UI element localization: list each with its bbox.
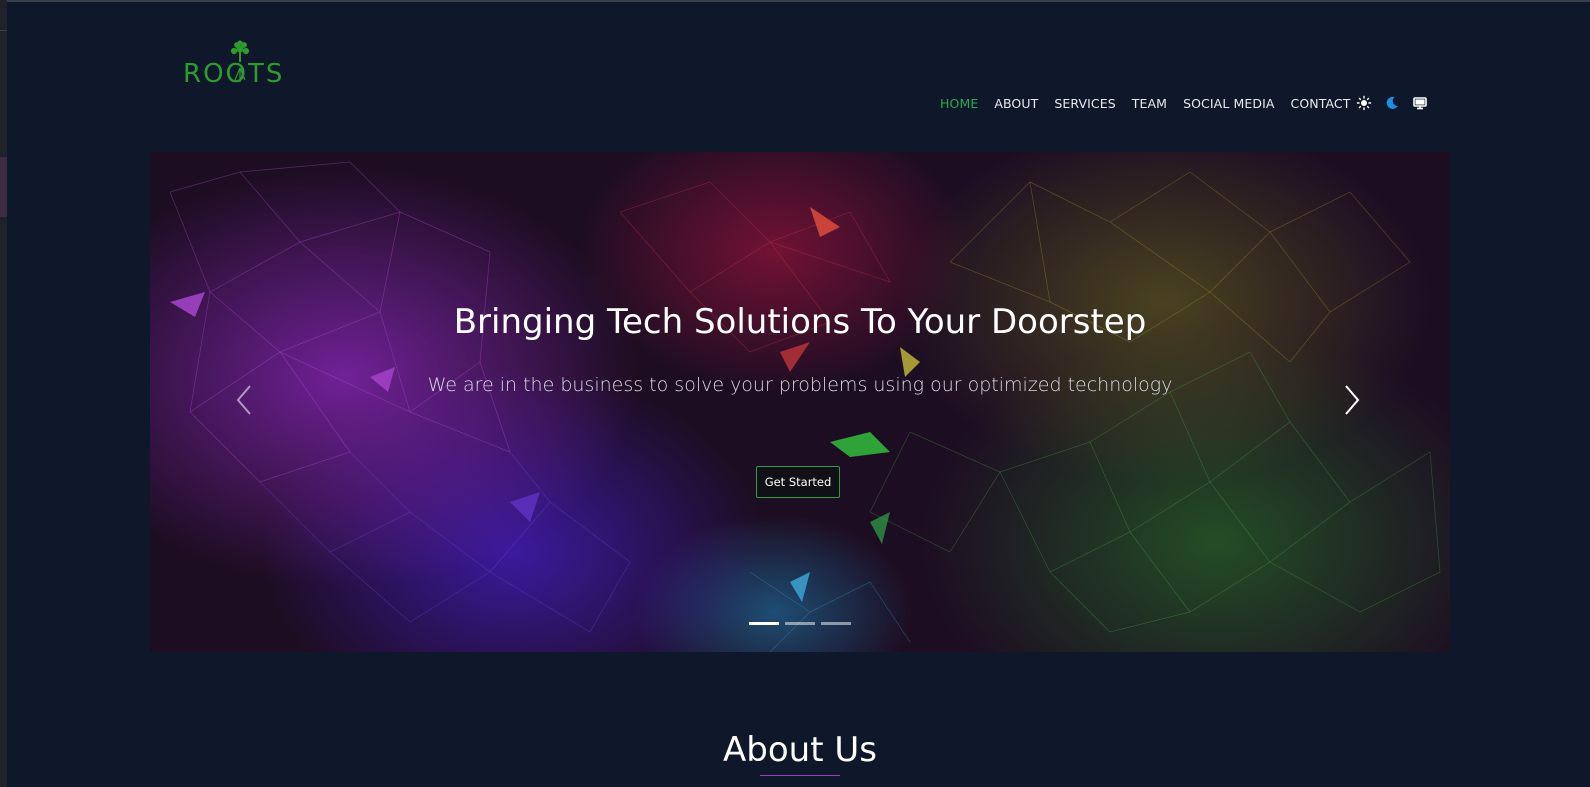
main-nav: HOME ABOUT SERVICES TEAM SOCIAL MEDIA CO… bbox=[940, 96, 1367, 111]
nav-item-contact[interactable]: CONTACT bbox=[1291, 96, 1351, 111]
nav-item-social-media[interactable]: SOCIAL MEDIA bbox=[1183, 96, 1274, 111]
window-top-border bbox=[0, 0, 1590, 2]
carousel-indicator-3[interactable] bbox=[821, 622, 851, 625]
network-background-image bbox=[169, 161, 1441, 652]
hero-title: Bringing Tech Solutions To Your Doorstep bbox=[453, 302, 1147, 342]
left-edge-divider bbox=[0, 30, 7, 31]
moon-icon[interactable] bbox=[1384, 95, 1400, 111]
nav-item-about[interactable]: ABOUT bbox=[994, 96, 1038, 111]
left-edge-strip bbox=[0, 0, 7, 787]
left-edge-marker bbox=[0, 157, 7, 217]
carousel-indicators bbox=[749, 622, 857, 625]
get-started-button[interactable]: Get Started bbox=[756, 466, 840, 498]
hero-subtitle: We are in the business to solve your pro… bbox=[427, 374, 1173, 396]
chevron-left-icon bbox=[236, 385, 251, 415]
carousel-indicator-2[interactable] bbox=[785, 622, 815, 625]
carousel-prev-button[interactable] bbox=[230, 380, 260, 420]
nav-item-services[interactable]: SERVICES bbox=[1054, 96, 1115, 111]
monitor-icon[interactable] bbox=[1412, 95, 1428, 111]
theme-switcher bbox=[1356, 95, 1440, 111]
carousel-indicator-1[interactable] bbox=[749, 622, 779, 625]
logo-wordmark: ROOTS bbox=[183, 59, 285, 89]
brand-logo[interactable]: ROOTS bbox=[183, 40, 298, 90]
chevron-right-icon bbox=[1345, 385, 1360, 415]
about-title-underline bbox=[760, 775, 840, 776]
nav-item-home[interactable]: HOME bbox=[940, 96, 978, 111]
hero-carousel: Bringing Tech Solutions To Your Doorstep… bbox=[150, 152, 1450, 652]
sun-icon[interactable] bbox=[1356, 95, 1372, 111]
about-section-title: About Us bbox=[723, 730, 877, 770]
carousel-next-button[interactable] bbox=[1336, 380, 1366, 420]
page: ROOTS HOME ABOUT SERVICES TEAM SOCIAL ME… bbox=[0, 0, 1590, 787]
nav-item-team[interactable]: TEAM bbox=[1132, 96, 1167, 111]
